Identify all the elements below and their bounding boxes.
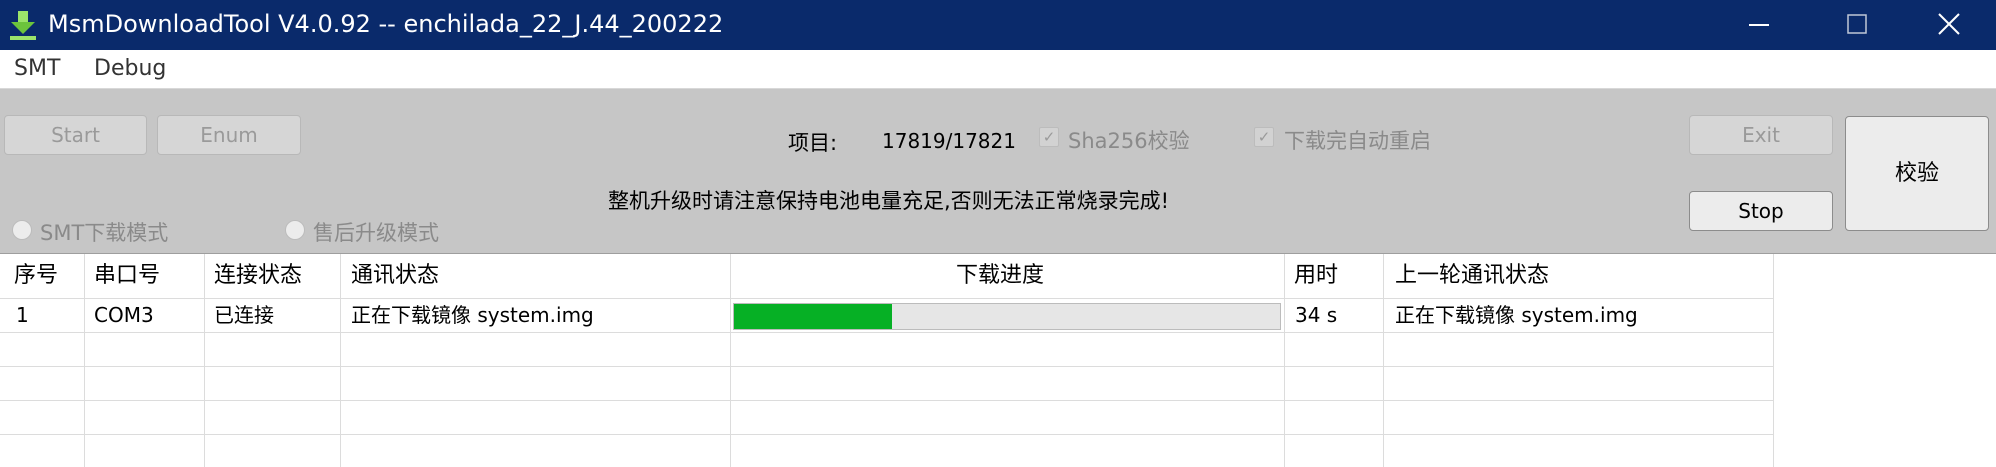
start-button[interactable]: Start bbox=[4, 115, 147, 155]
header-time[interactable]: 用时 bbox=[1294, 254, 1338, 298]
row-time: 34 s bbox=[1295, 303, 1338, 327]
aftersales-mode-label: 售后升级模式 bbox=[313, 221, 439, 245]
maximize-button[interactable] bbox=[1812, 0, 1902, 50]
verify-button[interactable]: 校验 bbox=[1845, 116, 1989, 231]
download-arrow-icon bbox=[10, 11, 36, 40]
minimize-button[interactable] bbox=[1714, 0, 1804, 50]
close-button[interactable] bbox=[1904, 0, 1994, 50]
exit-button[interactable]: Exit bbox=[1689, 115, 1833, 155]
check-icon: ✓ bbox=[1257, 128, 1271, 146]
header-last-status[interactable]: 上一轮通讯状态 bbox=[1395, 254, 1549, 298]
header-index[interactable]: 序号 bbox=[14, 254, 58, 298]
check-icon: ✓ bbox=[1042, 128, 1056, 146]
auto-reboot-checkbox[interactable]: ✓ bbox=[1254, 127, 1274, 147]
device-table: 序号 串口号 连接状态 通讯状态 下载进度 用时 上一轮通讯状态 1 COM3 … bbox=[0, 253, 1996, 467]
title-bar: MsmDownloadTool V4.0.92 -- enchilada_22_… bbox=[0, 0, 1996, 50]
sha256-label: Sha256校验 bbox=[1068, 129, 1190, 153]
menu-bar: SMT Debug bbox=[0, 50, 1996, 88]
row-port: COM3 bbox=[94, 303, 154, 327]
header-connection[interactable]: 连接状态 bbox=[214, 254, 302, 298]
sha256-checkbox[interactable]: ✓ bbox=[1039, 127, 1059, 147]
aftersales-mode-radio[interactable] bbox=[285, 220, 305, 240]
window-title: MsmDownloadTool V4.0.92 -- enchilada_22_… bbox=[48, 10, 724, 38]
row-last-status: 正在下载镜像 system.img bbox=[1395, 303, 1638, 327]
items-label: 项目: bbox=[788, 131, 838, 155]
header-port[interactable]: 串口号 bbox=[94, 254, 160, 298]
smt-mode-radio[interactable] bbox=[12, 220, 32, 240]
menu-debug[interactable]: Debug bbox=[94, 50, 166, 88]
minimize-icon bbox=[1749, 24, 1769, 26]
row-index: 1 bbox=[16, 303, 29, 327]
maximize-icon bbox=[1847, 14, 1867, 34]
smt-mode-label: SMT下载模式 bbox=[40, 221, 169, 245]
enum-button[interactable]: Enum bbox=[157, 115, 301, 155]
download-progress-bar bbox=[733, 303, 1281, 330]
close-icon bbox=[1938, 13, 1960, 35]
menu-smt[interactable]: SMT bbox=[14, 50, 60, 88]
stop-button[interactable]: Stop bbox=[1689, 191, 1833, 231]
header-status[interactable]: 通讯状态 bbox=[351, 254, 439, 298]
auto-reboot-label: 下载完自动重启 bbox=[1284, 129, 1431, 153]
row-connection: 已连接 bbox=[214, 303, 274, 327]
header-progress[interactable]: 下载进度 bbox=[956, 254, 1044, 298]
items-count: 17819/17821 bbox=[882, 129, 1016, 153]
progress-fill bbox=[734, 304, 893, 329]
notice-text: 整机升级时请注意保持电池电量充足,否则无法正常烧录完成! bbox=[608, 189, 1170, 213]
control-panel: Start Enum 项目: 17819/17821 ✓ Sha256校验 ✓ … bbox=[0, 88, 1996, 253]
row-status: 正在下载镜像 system.img bbox=[351, 303, 594, 327]
